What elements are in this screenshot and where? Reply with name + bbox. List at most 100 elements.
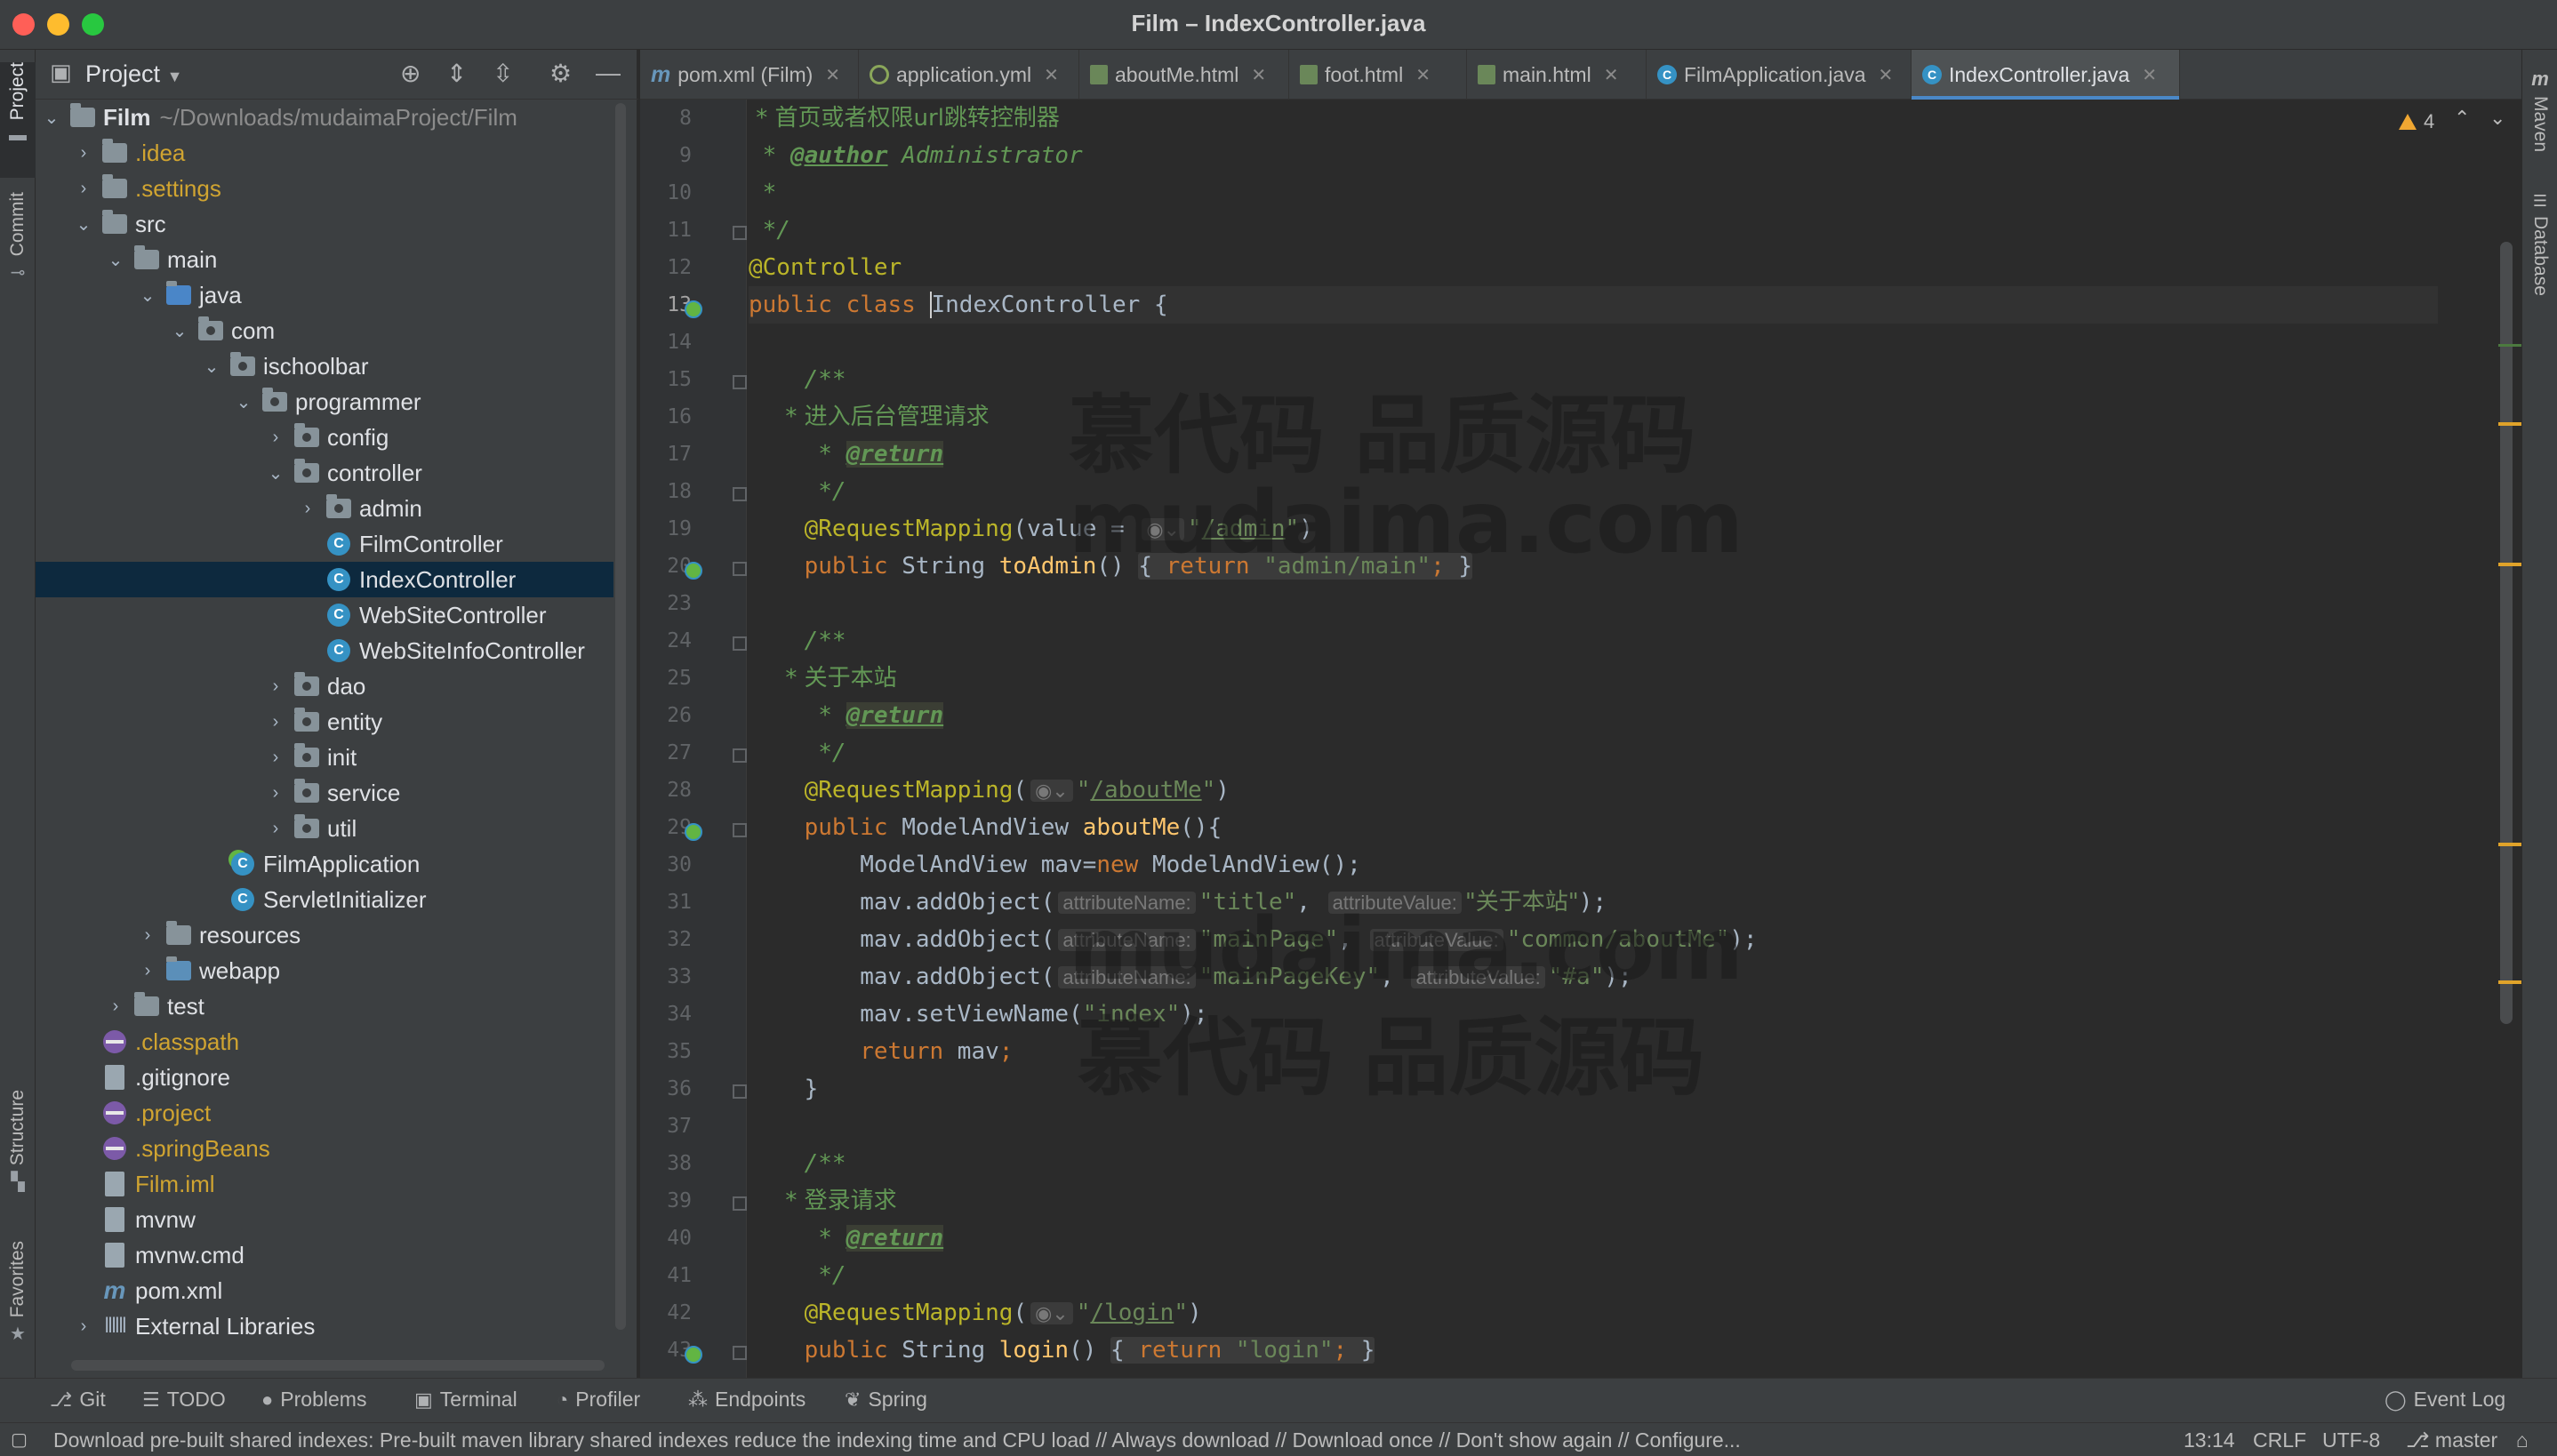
fold-marker-icon[interactable] bbox=[733, 636, 747, 651]
fold-marker-icon[interactable] bbox=[733, 823, 747, 837]
chevron-right-icon[interactable]: › bbox=[260, 676, 292, 697]
tree-item-project[interactable]: .project bbox=[36, 1095, 613, 1131]
tool-tab-project[interactable]: Project ▬ bbox=[0, 62, 36, 178]
tab-main-html[interactable]: main.html ✕ bbox=[1467, 50, 1647, 100]
warning-marker[interactable] bbox=[2498, 980, 2521, 984]
inspection-widget[interactable]: 4 bbox=[2399, 110, 2434, 133]
code-editor[interactable]: 8 9 10 11 12 13 14 15 16 17 18 19 20 23 … bbox=[640, 100, 2521, 1378]
git-branch[interactable]: ⎇ master bbox=[2406, 1428, 2497, 1452]
tree-item-gitignore[interactable]: .gitignore bbox=[36, 1060, 613, 1095]
fold-marker-icon[interactable] bbox=[733, 562, 747, 576]
fold-marker-icon[interactable] bbox=[733, 1346, 747, 1360]
chevron-right-icon[interactable]: › bbox=[68, 143, 100, 164]
tree-item-resources[interactable]: › resources bbox=[36, 917, 613, 953]
line-separator[interactable]: CRLF bbox=[2253, 1428, 2306, 1452]
chevron-right-icon[interactable]: › bbox=[292, 499, 324, 519]
url-link[interactable]: /aboutMe bbox=[1090, 777, 1201, 804]
tree-item-test[interactable]: › test bbox=[36, 988, 613, 1024]
spring-bean-icon[interactable] bbox=[685, 1346, 704, 1365]
spring-bean-icon[interactable] bbox=[685, 562, 704, 581]
tree-item-idea[interactable]: › .idea bbox=[36, 135, 613, 171]
close-icon[interactable]: ✕ bbox=[1415, 64, 1431, 86]
tree-item-springbeans[interactable]: .springBeans bbox=[36, 1131, 613, 1166]
tree-item-pom-xml[interactable]: m pom.xml bbox=[36, 1273, 613, 1308]
tool-terminal[interactable]: ▣ Terminal bbox=[414, 1388, 517, 1412]
chevron-right-icon[interactable]: › bbox=[68, 179, 100, 199]
file-encoding[interactable]: UTF-8 bbox=[2322, 1428, 2380, 1452]
tree-item-settings[interactable]: › .settings bbox=[36, 171, 613, 206]
collapse-all-icon[interactable]: ⇳ bbox=[493, 59, 513, 88]
tool-spring[interactable]: ❦ Spring bbox=[845, 1388, 927, 1412]
tree-item-admin[interactable]: › admin bbox=[36, 491, 613, 526]
warning-marker[interactable] bbox=[2498, 843, 2521, 846]
spring-bean-icon[interactable] bbox=[685, 823, 704, 843]
chevron-right-icon[interactable]: › bbox=[260, 748, 292, 768]
tree-item-config[interactable]: › config bbox=[36, 420, 613, 455]
expand-all-icon[interactable]: ⇕ bbox=[446, 59, 467, 88]
tool-tab-database[interactable]: ☰ Database bbox=[2522, 192, 2557, 370]
chevron-down-icon[interactable]: ⌄ bbox=[164, 320, 196, 342]
warning-marker[interactable] bbox=[2498, 422, 2521, 426]
tab-pom-xml[interactable]: m pom.xml (Film) ✕ bbox=[640, 50, 859, 100]
tree-item-ischoolbar[interactable]: ⌄ ischoolbar bbox=[36, 348, 613, 384]
chevron-right-icon[interactable]: › bbox=[68, 1316, 100, 1337]
chevron-down-icon[interactable]: ⌄ bbox=[132, 284, 164, 307]
close-icon[interactable]: ✕ bbox=[1604, 64, 1619, 86]
tab-foot-html[interactable]: foot.html ✕ bbox=[1289, 50, 1467, 100]
tree-item-java[interactable]: ⌄ java bbox=[36, 277, 613, 313]
tool-problems[interactable]: ● Problems bbox=[261, 1388, 366, 1412]
tree-item-dao[interactable]: › dao bbox=[36, 668, 613, 704]
code-area[interactable]: * 首页或者权限url跳转控制器 * @author Administrator… bbox=[749, 100, 2521, 1378]
tree-item-init[interactable]: › init bbox=[36, 740, 613, 775]
globe-icon[interactable]: ◉⌄ bbox=[1030, 780, 1073, 802]
chevron-down-icon[interactable]: ⌄ bbox=[260, 462, 292, 484]
tab-application-yml[interactable]: application.yml ✕ bbox=[859, 50, 1079, 100]
chevron-right-icon[interactable]: › bbox=[100, 996, 132, 1017]
hide-panel-icon[interactable]: — bbox=[596, 59, 621, 87]
spring-bean-icon[interactable] bbox=[685, 300, 704, 320]
chevron-right-icon[interactable]: › bbox=[260, 819, 292, 839]
project-view-selector[interactable]: Project ▼ bbox=[85, 60, 182, 88]
tree-item-servletinitializer[interactable]: C ServletInitializer bbox=[36, 882, 613, 917]
tree-item-filmapplication[interactable]: C FilmApplication bbox=[36, 846, 613, 882]
tab-indexcontroller-java[interactable]: C IndexController.java ✕ bbox=[1912, 50, 2180, 100]
warning-marker[interactable] bbox=[2498, 563, 2521, 566]
url-link[interactable]: /admin bbox=[1202, 516, 1286, 542]
toggle-tool-windows-icon[interactable]: ▢ bbox=[11, 1428, 28, 1451]
gear-icon[interactable]: ⚙ bbox=[549, 59, 572, 88]
tree-item-main[interactable]: ⌄ main bbox=[36, 242, 613, 277]
tree-item-src[interactable]: ⌄ src bbox=[36, 206, 613, 242]
previous-problem-icon[interactable]: ⌃ bbox=[2454, 107, 2470, 130]
tree-item-entity[interactable]: › entity bbox=[36, 704, 613, 740]
globe-icon[interactable]: ◉⌄ bbox=[1142, 518, 1184, 540]
tree-item-programmer[interactable]: ⌄ programmer bbox=[36, 384, 613, 420]
tree-horizontal-scrollbar[interactable] bbox=[71, 1360, 605, 1371]
lock-icon[interactable]: ⌂ bbox=[2516, 1428, 2529, 1452]
tree-item-webapp[interactable]: › webapp bbox=[36, 953, 613, 988]
status-message[interactable]: Download pre-built shared indexes: Pre-b… bbox=[53, 1428, 1741, 1452]
tree-item-film-iml[interactable]: Film.iml bbox=[36, 1166, 613, 1202]
tree-item-service[interactable]: › service bbox=[36, 775, 613, 811]
tool-git[interactable]: ⎇ Git bbox=[50, 1388, 106, 1412]
tree-item-controller[interactable]: ⌄ controller bbox=[36, 455, 613, 491]
tool-profiler[interactable]: ◔ Profiler bbox=[557, 1388, 640, 1412]
select-opened-file-icon[interactable]: ⊕ bbox=[400, 59, 421, 88]
chevron-down-icon[interactable]: ⌄ bbox=[228, 391, 260, 413]
tool-endpoints[interactable]: ⁂ Endpoints bbox=[688, 1388, 806, 1412]
close-icon[interactable]: ✕ bbox=[1044, 64, 1059, 86]
chevron-down-icon[interactable]: ⌄ bbox=[68, 213, 100, 236]
tool-tab-commit[interactable]: Commit ⊸ bbox=[0, 192, 36, 352]
fold-marker-icon[interactable] bbox=[733, 226, 747, 240]
tree-item-mvnw[interactable]: mvnw bbox=[36, 1202, 613, 1237]
tab-aboutme-html[interactable]: aboutMe.html ✕ bbox=[1079, 50, 1289, 100]
tree-item-classpath[interactable]: .classpath bbox=[36, 1024, 613, 1060]
chevron-right-icon[interactable]: › bbox=[132, 925, 164, 946]
chevron-down-icon[interactable]: ⌄ bbox=[196, 356, 228, 378]
caret-position[interactable]: 13:14 bbox=[2184, 1428, 2235, 1452]
fold-marker-icon[interactable] bbox=[733, 1084, 747, 1099]
chevron-right-icon[interactable]: › bbox=[260, 783, 292, 804]
tree-item-websiteinfocontroller[interactable]: C WebSiteInfoController bbox=[36, 633, 613, 668]
tree-item-filmcontroller[interactable]: C FilmController bbox=[36, 526, 613, 562]
chevron-right-icon[interactable]: › bbox=[260, 428, 292, 448]
chevron-down-icon[interactable]: ⌄ bbox=[36, 107, 68, 129]
